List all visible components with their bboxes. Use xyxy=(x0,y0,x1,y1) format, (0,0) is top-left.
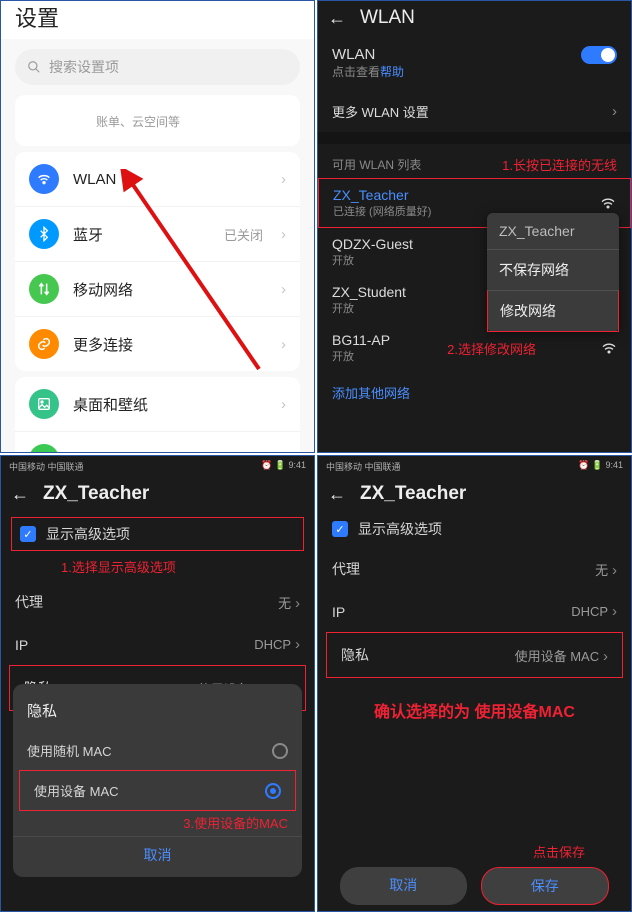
item-label: 移动网络 xyxy=(73,279,267,300)
display-group: 桌面和壁纸 › 显示和亮度 › xyxy=(15,377,300,453)
radio-on-icon xyxy=(265,783,281,799)
back-icon[interactable]: ← xyxy=(328,484,346,505)
add-other-network[interactable]: 添加其他网络 xyxy=(318,372,631,413)
more-wlan-settings[interactable]: 更多 WLAN 设置 › xyxy=(318,91,631,132)
brightness-icon xyxy=(29,444,59,453)
wlan-screenshot: ← WLAN WLAN 点击查看帮助 更多 WLAN 设置 › 可用 WLAN … xyxy=(317,0,632,453)
wlan-sub: 点击查看帮助 xyxy=(332,63,404,80)
item-label: 更多连接 xyxy=(73,334,267,355)
annotation-save: 点击保存 xyxy=(533,842,585,861)
settings-item-bluetooth[interactable]: 蓝牙 已关闭 › xyxy=(15,206,300,261)
back-icon[interactable]: ← xyxy=(328,8,346,29)
back-icon[interactable]: ← xyxy=(11,484,29,505)
status-bar: 中国移动 中国联通 ⏰ 🔋 9:41 xyxy=(318,456,631,477)
status-bar: 中国移动 中国联通 ⏰ 🔋 9:41 xyxy=(1,456,314,477)
ip-row[interactable]: IP DHCP › xyxy=(318,591,631,632)
wifi-signal-icon xyxy=(600,196,616,210)
network-edit-screenshot-2: 中国移动 中国联通 ⏰ 🔋 9:41 ← ZX_Teacher ✓ 显示高级选项… xyxy=(317,455,632,912)
mobile-data-icon xyxy=(29,274,59,304)
help-link[interactable]: 帮助 xyxy=(380,65,404,79)
item-label: WLAN xyxy=(73,171,249,188)
advanced-toggle-row[interactable]: ✓ 显示高级选项 xyxy=(318,511,631,547)
chevron-right-icon: › xyxy=(281,281,286,298)
wlan-toggle-row[interactable]: WLAN 点击查看帮助 xyxy=(318,35,631,91)
wifi-signal-icon xyxy=(601,341,617,355)
annotation-confirm: 确认选择的为 使用设备MAC xyxy=(318,678,631,742)
settings-item-wallpaper[interactable]: 桌面和壁纸 › xyxy=(15,377,300,431)
proxy-row[interactable]: 代理 无 › xyxy=(1,580,314,624)
chevron-right-icon: › xyxy=(612,103,617,120)
button-bar: 取消 保存 xyxy=(318,867,631,905)
popup-modify[interactable]: 修改网络 xyxy=(487,290,619,332)
item-value: 已关闭 xyxy=(224,225,263,244)
settings-item-more[interactable]: 更多连接 › xyxy=(15,316,300,371)
sheet-title: 隐私 xyxy=(13,696,302,731)
checkbox-icon[interactable]: ✓ xyxy=(20,526,36,542)
opt-random-mac[interactable]: 使用随机 MAC xyxy=(13,731,302,770)
network-context-menu: ZX_Teacher 不保存网络 修改网络 xyxy=(487,213,619,332)
network-group: WLAN › 蓝牙 已关闭 › 移动网络 › 更多连接 › xyxy=(15,152,300,371)
wlan-toggle[interactable] xyxy=(581,46,617,64)
item-label: 显示和亮度 xyxy=(73,449,267,454)
wifi-sub: 开放 xyxy=(332,300,406,316)
save-button[interactable]: 保存 xyxy=(481,867,610,905)
chevron-right-icon: › xyxy=(281,451,286,454)
privacy-sheet: 隐私 使用随机 MAC 使用设备 MAC 3.使用设备的MAC 取消 xyxy=(13,684,302,877)
checkbox-icon[interactable]: ✓ xyxy=(332,521,348,537)
sheet-cancel[interactable]: 取消 xyxy=(13,836,302,873)
privacy-row[interactable]: 隐私 使用设备 MAC › xyxy=(326,632,623,678)
bluetooth-icon xyxy=(29,219,59,249)
wifi-name: ZX_Student xyxy=(332,284,406,300)
chevron-right-icon: › xyxy=(281,336,286,353)
settings-item-mobilenet[interactable]: 移动网络 › xyxy=(15,261,300,316)
wifi-sub: 开放 xyxy=(332,252,413,268)
more-label: 更多 WLAN 设置 xyxy=(332,102,429,121)
network-edit-screenshot-1: 中国移动 中国联通 ⏰ 🔋 9:41 ← ZX_Teacher ✓ 显示高级选项… xyxy=(0,455,315,912)
annotation-text: 2.选择修改网络 xyxy=(447,339,536,358)
account-hint: 账单、云空间等 xyxy=(15,95,300,146)
account-card[interactable]: 账单、云空间等 xyxy=(15,95,300,146)
settings-item-wlan[interactable]: WLAN › xyxy=(15,152,300,206)
chevron-right-icon: › xyxy=(281,171,286,188)
page-title: ZX_Teacher xyxy=(360,483,466,505)
proxy-row[interactable]: 代理 无 › xyxy=(318,547,631,591)
wifi-name: BG11-AP xyxy=(332,332,390,348)
radio-icon xyxy=(272,743,288,759)
link-icon xyxy=(29,329,59,359)
advanced-toggle-row[interactable]: ✓ 显示高级选项 xyxy=(11,517,304,551)
settings-item-display[interactable]: 显示和亮度 › xyxy=(15,431,300,453)
wifi-sub: 已连接 (网络质量好) xyxy=(333,203,431,219)
search-input[interactable]: 搜索设置项 xyxy=(15,49,300,85)
search-placeholder: 搜索设置项 xyxy=(49,57,119,77)
wlan-label: WLAN xyxy=(332,46,404,63)
wifi-sub: 开放 xyxy=(332,348,390,364)
page-title: ZX_Teacher xyxy=(43,483,149,505)
cancel-button[interactable]: 取消 xyxy=(340,867,467,905)
item-label: 蓝牙 xyxy=(73,224,210,245)
settings-screenshot: 设置 搜索设置项 账单、云空间等 WLAN › 蓝牙 已关闭 › xyxy=(0,0,315,453)
advanced-label: 显示高级选项 xyxy=(46,524,130,544)
page-title: 设置 xyxy=(1,1,314,39)
available-networks-header: 可用 WLAN 列表 1.长按已连接的无线 xyxy=(318,144,631,178)
annotation-text: 1.长按已连接的无线 xyxy=(502,155,617,174)
annotation-text: 3.使用设备的MAC xyxy=(13,811,302,836)
popup-forget[interactable]: 不保存网络 xyxy=(487,249,619,290)
chevron-right-icon: › xyxy=(281,396,286,413)
popup-title: ZX_Teacher xyxy=(487,213,619,249)
wifi-icon xyxy=(29,164,59,194)
wallpaper-icon xyxy=(29,389,59,419)
wifi-name: QDZX-Guest xyxy=(332,236,413,252)
chevron-right-icon: › xyxy=(281,226,286,243)
ip-row[interactable]: IP DHCP › xyxy=(1,624,314,665)
opt-device-mac[interactable]: 使用设备 MAC xyxy=(19,770,296,811)
advanced-label: 显示高级选项 xyxy=(358,519,442,539)
page-title: WLAN xyxy=(360,7,415,29)
annotation-text: 1.选择显示高级选项 xyxy=(1,557,314,580)
search-icon xyxy=(27,60,41,74)
item-label: 桌面和壁纸 xyxy=(73,394,267,415)
wifi-name: ZX_Teacher xyxy=(333,187,431,203)
